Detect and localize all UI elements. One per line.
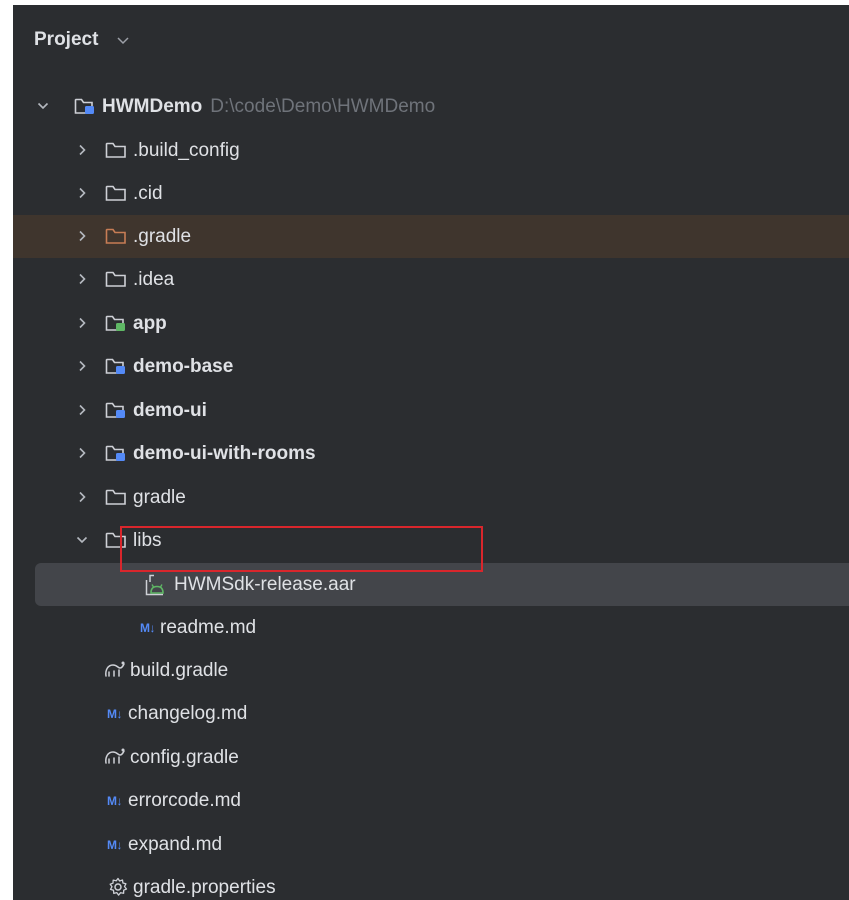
chevron-right-icon[interactable] — [76, 187, 88, 199]
tree-item-build-config[interactable]: .build_config — [13, 129, 849, 172]
tree-item-label: build.gradle — [130, 660, 229, 681]
tree-item-gradle-properties[interactable]: gradle.properties — [13, 866, 849, 900]
android-archive-icon — [145, 574, 164, 596]
tree-item-label: readme.md — [160, 617, 257, 638]
tree-item-errorcode[interactable]: M↓ errorcode.md — [13, 779, 849, 822]
chevron-down-icon[interactable] — [37, 100, 49, 112]
tree-item-demo-base[interactable]: demo-base — [13, 345, 849, 388]
markdown-icon: M↓ — [107, 838, 123, 852]
tree-item-label: demo-ui — [133, 400, 207, 421]
tree-item-label: .idea — [133, 269, 175, 290]
gradle-icon — [105, 661, 125, 677]
highlight-annotation-box — [120, 526, 483, 572]
tree-item-demo-ui[interactable]: demo-ui — [13, 389, 849, 432]
tree-item-label: config.gradle — [130, 747, 239, 768]
chevron-down-icon[interactable] — [76, 534, 88, 546]
settings-gear-icon — [109, 877, 128, 896]
tree-item-label: gradle.properties — [133, 877, 276, 898]
chevron-right-icon[interactable] — [76, 144, 88, 156]
tree-item-changelog[interactable]: M↓ changelog.md — [13, 692, 849, 735]
folder-icon — [105, 142, 126, 158]
tree-item-label: errorcode.md — [128, 790, 241, 811]
root-name: HWMDemo — [102, 96, 203, 117]
tree-root-hwmdemo[interactable]: HWMDemo D:\code\Demo\HWMDemo — [13, 85, 849, 128]
tree-item-expand[interactable]: M↓ expand.md — [13, 823, 849, 866]
chevron-right-icon[interactable] — [76, 404, 88, 416]
tree-item-gradle-cache[interactable]: .gradle — [13, 215, 849, 258]
project-tool-window: Project HWMDemo D:\code\Demo\HWMDemo .bui… — [13, 5, 849, 900]
tree-item-label: expand.md — [128, 834, 223, 855]
tree-item-label: demo-base — [133, 356, 234, 377]
library-module-icon — [105, 358, 125, 374]
tree-item-label: app — [133, 313, 167, 334]
markdown-icon: M↓ — [140, 621, 156, 635]
root-path: D:\code\Demo\HWMDemo — [210, 96, 436, 117]
chevron-right-icon[interactable] — [76, 230, 88, 242]
folder-icon — [105, 489, 126, 505]
tree-item-label: demo-ui-with-rooms — [133, 443, 316, 464]
library-module-icon — [105, 402, 125, 418]
tree-item-demo-ui-with-rooms[interactable]: demo-ui-with-rooms — [13, 432, 849, 475]
app-module-icon — [105, 315, 125, 331]
library-module-icon — [105, 445, 125, 461]
tree-item-app[interactable]: app — [13, 302, 849, 345]
tree-item-config-gradle[interactable]: config.gradle — [13, 736, 849, 779]
tree-item-label: changelog.md — [128, 703, 248, 724]
tree-item-cid[interactable]: .cid — [13, 172, 849, 215]
tree-item-label: .cid — [133, 183, 163, 204]
tree-item-label: .build_config — [133, 140, 240, 161]
tree-item-idea[interactable]: .idea — [13, 258, 849, 301]
module-folder-icon — [74, 98, 94, 114]
folder-icon — [105, 185, 126, 201]
excluded-folder-icon — [105, 228, 126, 244]
markdown-icon: M↓ — [107, 707, 123, 721]
tree-item-readme[interactable]: M↓ readme.md — [13, 606, 849, 649]
tree-item-build-gradle[interactable]: build.gradle — [13, 649, 849, 692]
folder-icon — [105, 271, 126, 287]
project-view-title[interactable]: Project — [34, 29, 98, 51]
tree-item-label: gradle — [133, 487, 186, 508]
tree-item-label: HWMSdk-release.aar — [174, 574, 356, 595]
tree-item-gradle[interactable]: gradle — [13, 476, 849, 519]
chevron-right-icon[interactable] — [76, 360, 88, 372]
chevron-right-icon[interactable] — [76, 447, 88, 459]
chevron-right-icon[interactable] — [76, 317, 88, 329]
chevron-down-icon[interactable] — [117, 37, 129, 45]
tool-window-header: Project — [13, 5, 849, 77]
tree-item-label: .gradle — [133, 226, 192, 247]
chevron-right-icon[interactable] — [76, 273, 88, 285]
markdown-icon: M↓ — [107, 794, 123, 808]
chevron-right-icon[interactable] — [76, 491, 88, 503]
tree-root-label: HWMDemo D:\code\Demo\HWMDemo — [102, 96, 435, 118]
gradle-icon — [105, 748, 125, 764]
